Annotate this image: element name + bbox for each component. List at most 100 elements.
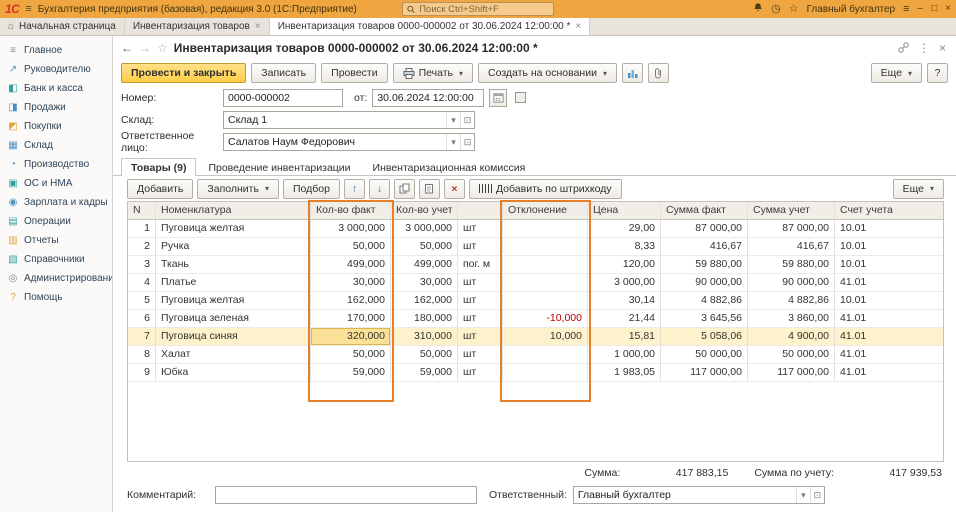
cell-sum_fact[interactable]: 50 000,00 bbox=[661, 346, 748, 363]
table-row[interactable]: 3Ткань499,000499,000пог. м120,0059 880,0… bbox=[128, 256, 943, 274]
history-icon[interactable]: ◷ bbox=[771, 4, 781, 15]
cell-qty_acc[interactable]: 50,000 bbox=[391, 238, 458, 255]
cell-deviation[interactable]: 10,000 bbox=[503, 328, 588, 345]
cell-n[interactable]: 8 bbox=[128, 346, 156, 363]
column-header-name[interactable]: Номенклатура bbox=[156, 202, 311, 219]
cell-qty_acc[interactable]: 180,000 bbox=[391, 310, 458, 327]
dropdown-arrow-icon[interactable]: ▾ bbox=[446, 112, 460, 128]
cell-sum_acc[interactable]: 117 000,00 bbox=[748, 364, 835, 381]
cell-sum_fact[interactable]: 416,67 bbox=[661, 238, 748, 255]
cell-qty_fact[interactable]: 162,000 bbox=[311, 292, 391, 309]
close-tab-icon[interactable]: × bbox=[255, 21, 261, 32]
cell-qty_acc[interactable]: 3 000,000 bbox=[391, 220, 458, 237]
back-icon[interactable]: ← bbox=[121, 41, 133, 55]
cell-deviation[interactable] bbox=[503, 238, 588, 255]
column-header-n[interactable]: N bbox=[128, 202, 156, 219]
sidebar-item-purchases[interactable]: ◩Покупки bbox=[0, 117, 112, 136]
cell-deviation[interactable] bbox=[503, 364, 588, 381]
copy-rows-button[interactable] bbox=[394, 179, 415, 199]
more-actions-icon[interactable]: ⋮ bbox=[918, 42, 930, 54]
column-header-account[interactable]: Счет учета bbox=[835, 202, 943, 219]
table-row[interactable]: 1Пуговица желтая3 000,0003 000,000шт29,0… bbox=[128, 220, 943, 238]
dropdown-arrow-icon[interactable]: ▾ bbox=[446, 134, 460, 150]
sidebar-item-operations[interactable]: ▤Операции bbox=[0, 212, 112, 231]
cell-sum_fact[interactable]: 59 880,00 bbox=[661, 256, 748, 273]
cell-sum_acc[interactable]: 59 880,00 bbox=[748, 256, 835, 273]
add-row-button[interactable]: Добавить bbox=[127, 179, 193, 199]
notifications-bell-icon[interactable] bbox=[753, 2, 763, 16]
number-input[interactable] bbox=[223, 89, 343, 107]
cell-sum_acc[interactable]: 4 900,00 bbox=[748, 328, 835, 345]
post-and-close-button[interactable]: Провести и закрыть bbox=[121, 63, 246, 83]
table-row[interactable]: 7Пуговица синяя320,000310,000шт10,00015,… bbox=[128, 328, 943, 346]
cell-price[interactable]: 30,14 bbox=[588, 292, 661, 309]
cell-deviation[interactable]: -10,000 bbox=[503, 310, 588, 327]
cell-qty_acc[interactable]: 162,000 bbox=[391, 292, 458, 309]
posted-checkbox[interactable] bbox=[515, 92, 526, 103]
link-icon[interactable] bbox=[898, 42, 909, 55]
cell-price[interactable]: 120,00 bbox=[588, 256, 661, 273]
cell-deviation[interactable] bbox=[503, 274, 588, 291]
cell-deviation[interactable] bbox=[503, 292, 588, 309]
current-user[interactable]: Главный бухгалтер bbox=[807, 4, 896, 15]
cell-unit[interactable]: шт bbox=[458, 274, 503, 291]
forward-icon[interactable]: → bbox=[139, 41, 151, 55]
cell-price[interactable]: 1 983,05 bbox=[588, 364, 661, 381]
cell-name[interactable]: Пуговица желтая bbox=[156, 220, 311, 237]
table-row[interactable]: 8Халат50,00050,000шт1 000,0050 000,0050 … bbox=[128, 346, 943, 364]
reports-button[interactable] bbox=[622, 63, 643, 83]
cell-qty_acc[interactable]: 59,000 bbox=[391, 364, 458, 381]
tab-inventory-doc[interactable]: Инвентаризация товаров 0000-000002 от 30… bbox=[270, 18, 591, 35]
cell-account[interactable]: 10.01 bbox=[835, 256, 943, 273]
cell-n[interactable]: 1 bbox=[128, 220, 156, 237]
cell-account[interactable]: 41.01 bbox=[835, 328, 943, 345]
cell-account[interactable]: 10.01 bbox=[835, 220, 943, 237]
cell-n[interactable]: 3 bbox=[128, 256, 156, 273]
move-row-up-button[interactable]: ↑ bbox=[344, 179, 365, 199]
column-header-sum_fact[interactable]: Сумма факт bbox=[661, 202, 748, 219]
open-item-icon[interactable]: ⊡ bbox=[810, 487, 824, 503]
cell-n[interactable]: 6 bbox=[128, 310, 156, 327]
cell-sum_acc[interactable]: 3 860,00 bbox=[748, 310, 835, 327]
responsible-person-combo[interactable]: ▾ ⊡ bbox=[223, 133, 475, 151]
table-row[interactable]: 2Ручка50,00050,000шт8,33416,67416,6710.0… bbox=[128, 238, 943, 256]
cell-sum_fact[interactable]: 90 000,00 bbox=[661, 274, 748, 291]
responsible-person-input[interactable] bbox=[224, 136, 446, 148]
cell-n[interactable]: 9 bbox=[128, 364, 156, 381]
column-header-unit[interactable] bbox=[458, 202, 503, 219]
warehouse-input[interactable] bbox=[224, 114, 446, 126]
cell-qty_fact[interactable]: 59,000 bbox=[311, 364, 391, 381]
sidebar-item-main[interactable]: ≡Главное bbox=[0, 41, 112, 60]
cell-name[interactable]: Ручка bbox=[156, 238, 311, 255]
calendar-icon[interactable] bbox=[489, 89, 507, 107]
cell-qty_acc[interactable]: 310,000 bbox=[391, 328, 458, 345]
cell-name[interactable]: Пуговица синяя bbox=[156, 328, 311, 345]
cell-sum_acc[interactable]: 50 000,00 bbox=[748, 346, 835, 363]
date-input[interactable] bbox=[372, 89, 484, 107]
table-row[interactable]: 4Платье30,00030,000шт3 000,0090 000,0090… bbox=[128, 274, 943, 292]
column-header-deviation[interactable]: Отклонение bbox=[503, 202, 588, 219]
sidebar-item-manager[interactable]: ↗Руководителю bbox=[0, 60, 112, 79]
cell-qty_fact[interactable]: 30,000 bbox=[311, 274, 391, 291]
table-row[interactable]: 6Пуговица зеленая170,000180,000шт-10,000… bbox=[128, 310, 943, 328]
minimize-button[interactable]: – bbox=[918, 4, 924, 14]
sidebar-item-administration[interactable]: ◎Администрирование bbox=[0, 269, 112, 288]
cell-account[interactable]: 41.01 bbox=[835, 310, 943, 327]
cell-deviation[interactable] bbox=[503, 220, 588, 237]
sidebar-item-production[interactable]: ◔Производство bbox=[0, 155, 112, 174]
cell-price[interactable]: 1 000,00 bbox=[588, 346, 661, 363]
cell-sum_acc[interactable]: 87 000,00 bbox=[748, 220, 835, 237]
cell-name[interactable]: Пуговица желтая bbox=[156, 292, 311, 309]
cell-deviation[interactable] bbox=[503, 346, 588, 363]
global-search[interactable] bbox=[402, 2, 554, 16]
cell-unit[interactable]: шт bbox=[458, 220, 503, 237]
tab-home[interactable]: ⌂ Начальная страница bbox=[0, 18, 125, 35]
close-tab-icon[interactable]: × bbox=[575, 21, 581, 32]
cell-price[interactable]: 15,81 bbox=[588, 328, 661, 345]
tab-inventory-execution[interactable]: Проведение инвентаризации bbox=[198, 158, 360, 176]
cell-account[interactable]: 10.01 bbox=[835, 292, 943, 309]
cell-name[interactable]: Платье bbox=[156, 274, 311, 291]
table-row[interactable]: 5Пуговица желтая162,000162,000шт30,144 8… bbox=[128, 292, 943, 310]
cell-account[interactable]: 41.01 bbox=[835, 346, 943, 363]
cell-sum_fact[interactable]: 117 000,00 bbox=[661, 364, 748, 381]
